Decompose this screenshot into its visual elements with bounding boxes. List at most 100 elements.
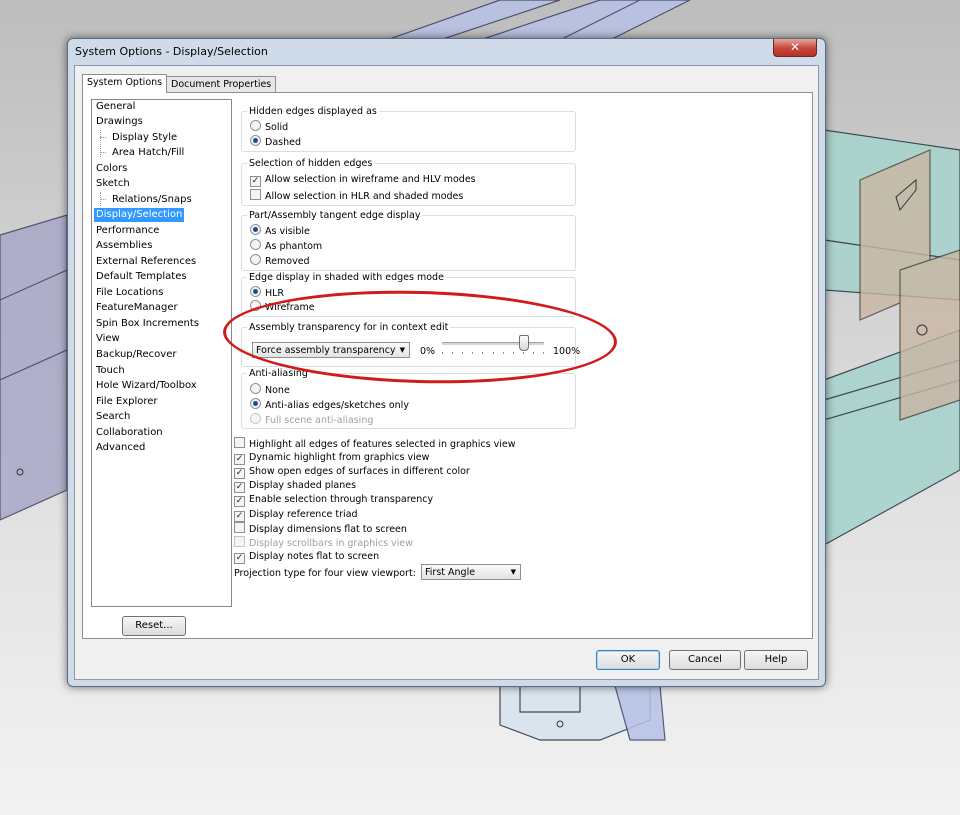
nav-item-featuremanager[interactable]: FeatureManager <box>96 301 178 315</box>
close-icon: ✕ <box>789 40 801 54</box>
checkbox-allow-selection-wireframe[interactable]: ✓ Allow selection in wireframe and HLV mo… <box>250 173 476 187</box>
radio-none[interactable]: None <box>250 383 290 396</box>
group-title: Hidden edges displayed as <box>247 106 379 117</box>
radio-indicator <box>250 239 261 250</box>
tab-document-properties[interactable]: Document Properties <box>166 76 277 93</box>
option-label: Full scene anti-aliasing <box>265 415 374 426</box>
check-indicator: ✓ <box>234 511 245 522</box>
nav-item-search[interactable]: Search <box>96 410 130 424</box>
check-indicator <box>234 522 245 533</box>
radio-removed[interactable]: Removed <box>250 254 310 267</box>
nav-item-file-locations[interactable]: File Locations <box>96 286 163 300</box>
radio-indicator <box>250 135 261 146</box>
tangent-edge-group: Part/Assembly tangent edge display As vi… <box>241 210 576 271</box>
nav-item-relations-snaps[interactable]: Relations/Snaps <box>112 193 192 207</box>
check-indicator <box>250 189 261 200</box>
radio-indicator <box>250 286 261 297</box>
tree-connector <box>100 152 106 153</box>
nav-item-area-hatch-fill[interactable]: Area Hatch/Fill <box>112 146 184 160</box>
checkbox-highlight-all-edges[interactable]: Highlight all edges of features selected… <box>234 437 516 450</box>
nav-item-sketch[interactable]: Sketch <box>96 177 130 191</box>
option-label: Removed <box>265 256 310 267</box>
tab-label: System Options <box>87 77 163 88</box>
checkbox-show-open-edges[interactable]: ✓ Show open edges of surfaces in differen… <box>234 465 470 479</box>
nav-item-display-selection[interactable]: Display/Selection <box>94 208 185 222</box>
nav-item-spin-box-increments[interactable]: Spin Box Increments <box>96 317 199 331</box>
nav-item-view[interactable]: View <box>96 332 120 346</box>
tree-connector <box>100 137 106 138</box>
checkbox-display-shaded-planes[interactable]: ✓ Display shaded planes <box>234 479 357 493</box>
ok-button[interactable]: OK <box>596 650 660 670</box>
option-label: Display reference triad <box>249 509 358 520</box>
option-label: As phantom <box>265 241 323 252</box>
nav-item-drawings[interactable]: Drawings <box>96 115 143 129</box>
nav-item-assemblies[interactable]: Assemblies <box>96 239 152 253</box>
check-indicator: ✓ <box>234 454 245 465</box>
checkbox-display-dimensions-flat[interactable]: Display dimensions flat to screen <box>234 522 407 535</box>
reset-button[interactable]: Reset... <box>122 616 186 636</box>
checkbox-display-notes-flat[interactable]: ✓ Display notes flat to screen <box>234 550 380 564</box>
option-label: None <box>265 385 290 396</box>
nav-item-external-references[interactable]: External References <box>96 255 196 269</box>
check-indicator: ✓ <box>234 496 245 507</box>
cancel-button[interactable]: Cancel <box>669 650 741 670</box>
check-indicator <box>234 536 245 547</box>
radio-hlr[interactable]: HLR <box>250 286 284 299</box>
title-bar[interactable]: System Options - Display/Selection ✕ <box>68 39 825 65</box>
group-title: Edge display in shaded with edges mode <box>247 272 446 283</box>
chevron-down-icon: ▼ <box>510 568 516 576</box>
nav-item-file-explorer[interactable]: File Explorer <box>96 395 158 409</box>
option-label: Allow selection in wireframe and HLV mod… <box>265 174 476 185</box>
nav-item-colors[interactable]: Colors <box>96 162 127 176</box>
nav-item-hole-wizard-toolbox[interactable]: Hole Wizard/Toolbox <box>96 379 197 393</box>
option-label: Highlight all edges of features selected… <box>249 439 516 450</box>
radio-dashed[interactable]: Dashed <box>250 135 301 148</box>
tab-system-options[interactable]: System Options <box>82 74 168 93</box>
options-tree[interactable]: General Drawings Display Style Area Hatc… <box>91 99 232 607</box>
option-label: Enable selection through transparency <box>249 494 434 505</box>
nav-item-display-style[interactable]: Display Style <box>112 131 177 145</box>
radio-anti-alias-edges[interactable]: Anti-alias edges/sketches only <box>250 398 409 411</box>
nav-item-touch[interactable]: Touch <box>96 364 125 378</box>
radio-indicator <box>250 224 261 235</box>
nav-item-performance[interactable]: Performance <box>96 224 159 238</box>
option-label: Display notes flat to screen <box>249 551 380 562</box>
radio-indicator <box>250 383 261 394</box>
radio-as-visible[interactable]: As visible <box>250 224 310 237</box>
option-label: Anti-alias edges/sketches only <box>265 400 409 411</box>
nav-item-default-templates[interactable]: Default Templates <box>96 270 187 284</box>
option-label: Dynamic highlight from graphics view <box>249 452 430 463</box>
check-indicator: ✓ <box>234 553 245 564</box>
option-label: HLR <box>265 288 285 299</box>
nav-item-collaboration[interactable]: Collaboration <box>96 426 163 440</box>
option-label: Display shaded planes <box>249 480 357 491</box>
nav-item-advanced[interactable]: Advanced <box>96 441 145 455</box>
checkbox-display-reference-triad[interactable]: ✓ Display reference triad <box>234 508 358 522</box>
radio-indicator <box>250 413 261 424</box>
radio-indicator <box>250 398 261 409</box>
radio-solid[interactable]: Solid <box>250 120 288 133</box>
radio-indicator <box>250 120 261 131</box>
radio-full-scene-anti-aliasing[interactable]: Full scene anti-aliasing <box>250 413 373 426</box>
nav-item-backup-recover[interactable]: Backup/Recover <box>96 348 176 362</box>
checkbox-enable-selection-transparency[interactable]: ✓ Enable selection through transparency <box>234 493 434 507</box>
radio-indicator <box>250 254 261 265</box>
check-indicator <box>234 437 245 448</box>
close-button[interactable]: ✕ <box>773 39 817 57</box>
hidden-edges-group: Hidden edges displayed as Solid Dashed <box>241 106 576 152</box>
checkbox-dynamic-highlight[interactable]: ✓ Dynamic highlight from graphics view <box>234 451 430 465</box>
help-button[interactable]: Help <box>744 650 808 670</box>
tab-label: Document Properties <box>171 79 272 90</box>
option-label: Allow selection in HLR and shaded modes <box>265 191 464 202</box>
window-title: System Options - Display/Selection <box>75 45 268 58</box>
check-indicator: ✓ <box>234 482 245 493</box>
projection-type-select[interactable]: First Angle ▼ <box>421 564 521 580</box>
option-label: As visible <box>265 226 310 237</box>
group-title: Part/Assembly tangent edge display <box>247 210 423 221</box>
radio-as-phantom[interactable]: As phantom <box>250 239 322 252</box>
checkbox-display-scrollbars[interactable]: Display scrollbars in graphics view <box>234 536 413 549</box>
projection-label: Projection type for four view viewport: <box>234 568 416 579</box>
checkbox-allow-selection-hlr[interactable]: Allow selection in HLR and shaded modes <box>250 189 463 202</box>
nav-item-general[interactable]: General <box>96 100 135 114</box>
option-label: Show open edges of surfaces in different… <box>249 466 470 477</box>
